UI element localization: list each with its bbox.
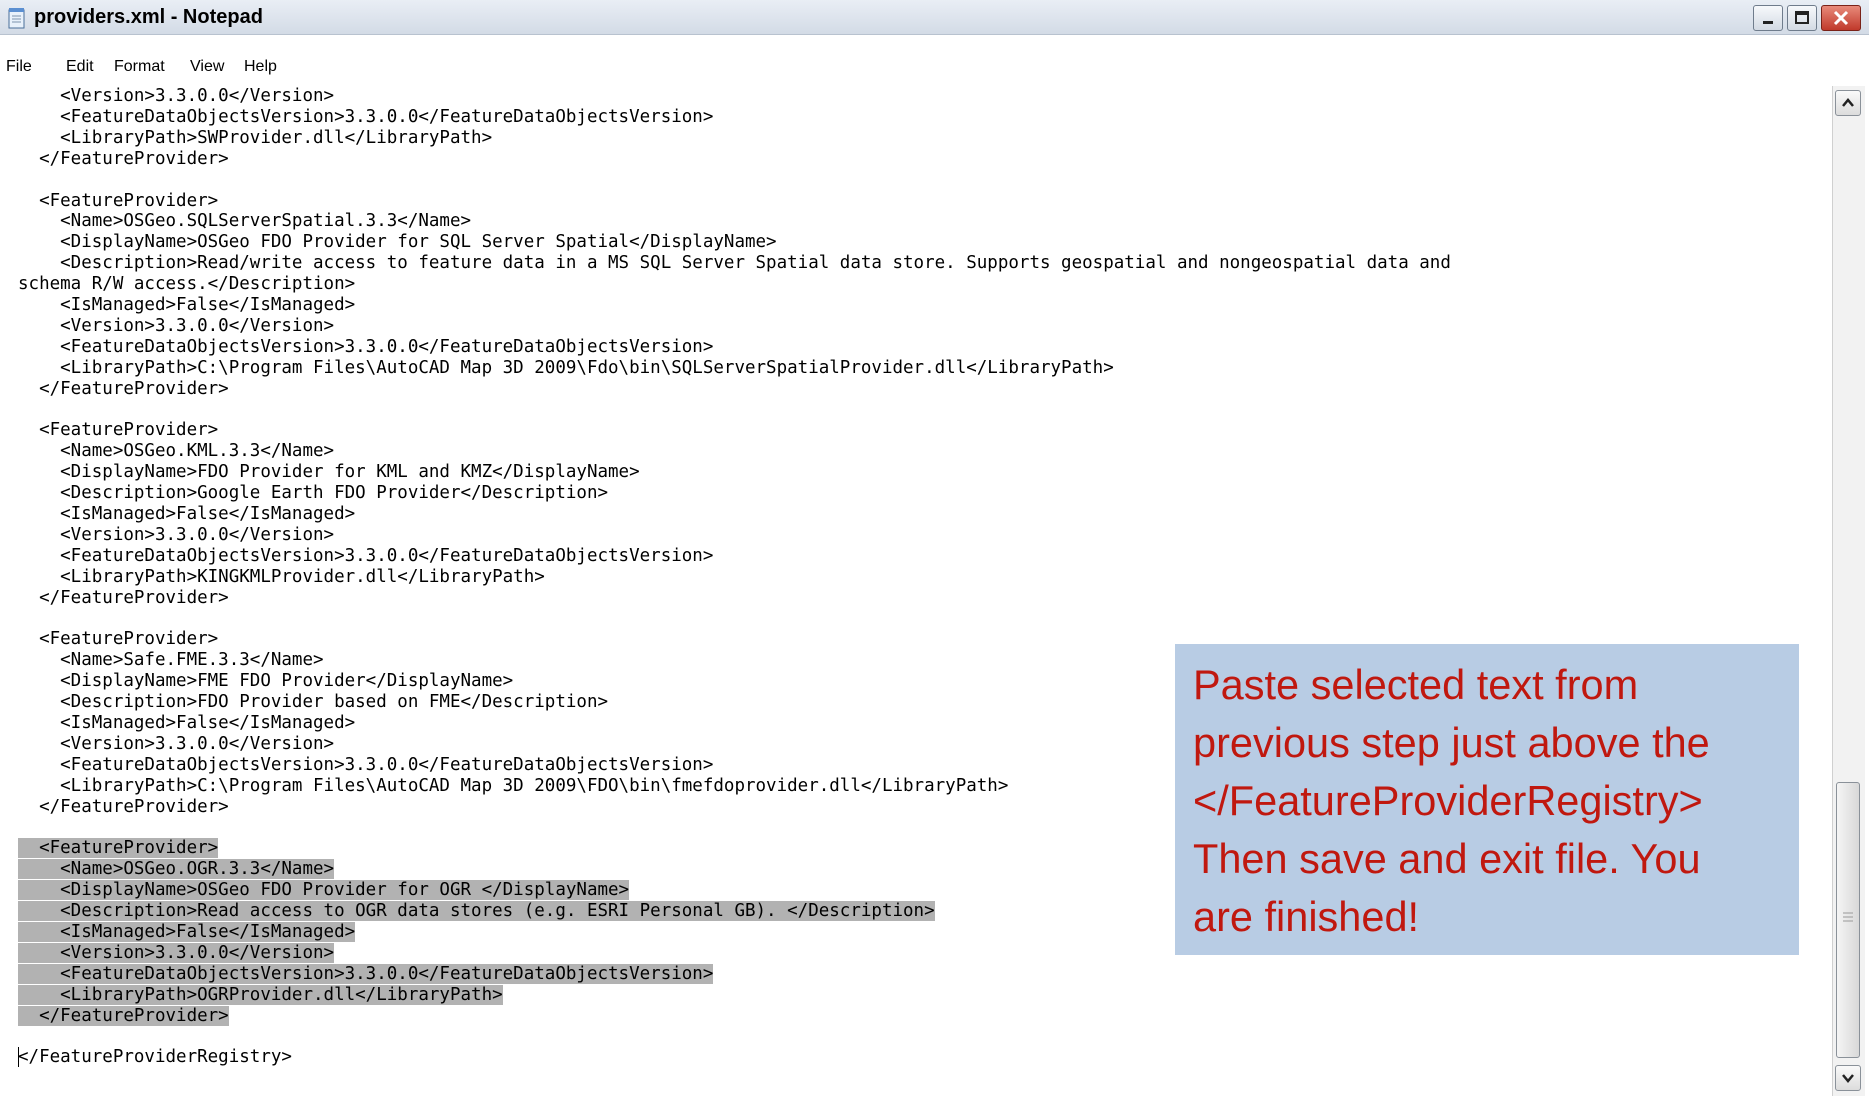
editor-line: <DisplayName>OSGeo FDO Provider for OGR … (18, 880, 630, 901)
editor-line: <Version>3.3.0.0</Version> (18, 315, 335, 336)
editor-line: </FeatureProvider> (18, 378, 229, 399)
editor-line: </FeatureProvider> (18, 148, 229, 169)
menu-format[interactable]: Format (114, 58, 165, 76)
editor-line: </FeatureProviderRegistry> (18, 1047, 292, 1068)
editor-line: <FeatureProvider> (18, 190, 219, 211)
menu-edit[interactable]: Edit (66, 58, 94, 76)
minimize-button[interactable] (1753, 5, 1783, 31)
editor-line: <FeatureDataObjectsVersion>3.3.0.0</Feat… (18, 336, 714, 357)
editor-line: </FeatureProvider> (18, 796, 229, 817)
editor-line: schema R/W access.</Description> (18, 274, 356, 295)
menu-view[interactable]: View (190, 58, 224, 76)
text-caret (18, 1047, 19, 1068)
scroll-down-icon (1842, 1074, 1854, 1083)
maximize-icon (1795, 11, 1809, 24)
editor-line: <LibraryPath>C:\Program Files\AutoCAD Ma… (18, 357, 1114, 378)
editor-line: <LibraryPath>SWProvider.dll</LibraryPath… (18, 127, 493, 148)
editor-line: <DisplayName>FDO Provider for KML and KM… (18, 462, 640, 483)
selected-text: <FeatureProvider> (18, 838, 219, 859)
minimize-icon (1763, 21, 1773, 24)
editor-line: <DisplayName>OSGeo FDO Provider for SQL … (18, 232, 777, 253)
editor-line: <FeatureProvider> (18, 420, 219, 441)
editor-line: <Description>Read/write access to featur… (18, 253, 1451, 274)
close-icon (1833, 10, 1849, 26)
selected-text: <DisplayName>OSGeo FDO Provider for OGR … (18, 880, 630, 901)
scroll-up-button[interactable] (1835, 90, 1861, 116)
callout-text: Paste selected text from previous step j… (1193, 661, 1710, 940)
editor-line: <IsManaged>False</IsManaged> (18, 713, 356, 733)
editor-line: <FeatureDataObjectsVersion>3.3.0.0</Feat… (18, 545, 714, 566)
title-bar[interactable]: providers.xml - Notepad (0, 0, 1869, 35)
editor-line: <Description>FDO Provider based on FME</… (18, 692, 609, 713)
editor-line: <Name>Safe.FME.3.3</Name> (18, 650, 324, 671)
editor-line: <LibraryPath>KINGKMLProvider.dll</Librar… (18, 566, 545, 587)
editor-line: <DisplayName>FME FDO Provider</DisplayNa… (18, 671, 514, 692)
selected-text: <Description>Read access to OGR data sto… (18, 901, 935, 922)
editor-line: <Description>Read access to OGR data sto… (18, 901, 935, 922)
editor-line: <IsManaged>False</IsManaged> (18, 922, 356, 943)
editor-line: <LibraryPath>C:\Program Files\AutoCAD Ma… (18, 775, 1009, 796)
editor-line: <Version>3.3.0.0</Version> (18, 524, 335, 545)
editor-line: <FeatureDataObjectsVersion>3.3.0.0</Feat… (18, 754, 714, 775)
editor-line: <FeatureProvider> (18, 629, 219, 650)
editor-line: <Version>3.3.0.0</Version> (18, 86, 335, 106)
menu-help[interactable]: Help (244, 58, 277, 76)
scroll-up-icon (1842, 98, 1854, 107)
editor-line: <FeatureDataObjectsVersion>3.3.0.0</Feat… (18, 963, 714, 985)
maximize-button[interactable] (1787, 5, 1817, 31)
menu-file[interactable]: File (6, 58, 32, 76)
window-title: providers.xml - Notepad (34, 6, 263, 28)
selected-text: <IsManaged>False</IsManaged> (18, 922, 356, 942)
editor-line: <IsManaged>False</IsManaged> (18, 504, 356, 524)
editor-line: <LibraryPath>OGRProvider.dll</LibraryPat… (18, 984, 503, 1006)
selected-text: <LibraryPath>OGRProvider.dll</LibraryPat… (18, 984, 503, 1005)
notepad-icon[interactable] (7, 7, 27, 29)
editor-line: <Version>3.3.0.0</Version> (18, 733, 335, 754)
selected-text: <Name>OSGeo.OGR.3.3</Name> (18, 859, 335, 880)
scroll-down-button[interactable] (1835, 1065, 1861, 1091)
instruction-callout: Paste selected text from previous step j… (1175, 644, 1799, 955)
editor-line: <FeatureDataObjectsVersion>3.3.0.0</Feat… (18, 106, 714, 127)
editor-line: <IsManaged>False</IsManaged> (18, 295, 356, 315)
editor-line: <Name>OSGeo.OGR.3.3</Name> (18, 859, 335, 880)
editor-line: <FeatureProvider> (18, 838, 219, 859)
grip-icon (1843, 912, 1853, 922)
editor-line: <Name>OSGeo.KML.3.3</Name> (18, 441, 335, 462)
scroll-thumb[interactable] (1836, 782, 1860, 1058)
editor-line: </FeatureProvider> (18, 1005, 229, 1027)
close-button[interactable] (1821, 5, 1861, 31)
menu-bar: File Edit Format View Help (0, 55, 1869, 81)
editor-line: <Version>3.3.0.0</Version> (18, 942, 335, 964)
editor-line: <Name>OSGeo.SQLServerSpatial.3.3</Name> (18, 211, 472, 232)
selected-text: <FeatureDataObjectsVersion>3.3.0.0</Feat… (18, 963, 714, 984)
selected-text: <Version>3.3.0.0</Version> (18, 942, 335, 963)
vertical-scrollbar[interactable] (1832, 86, 1865, 1096)
selected-text: </FeatureProvider> (18, 1005, 229, 1026)
editor-line: </FeatureProvider> (18, 587, 229, 608)
notepad-window: providers.xml - Notepad File Edit Format… (0, 0, 1869, 1096)
editor-line: <Description>Google Earth FDO Provider</… (18, 483, 609, 504)
